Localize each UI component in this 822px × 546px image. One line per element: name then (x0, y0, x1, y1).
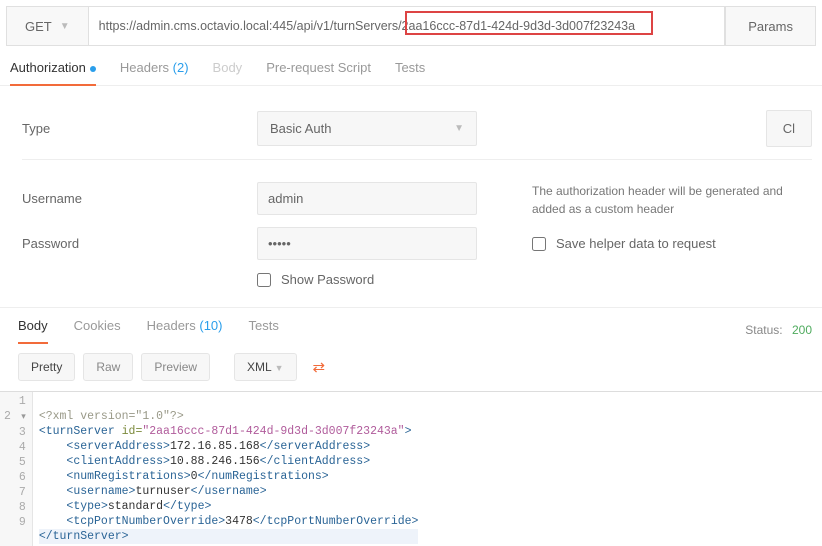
auth-type-label: Type (22, 121, 257, 136)
show-password-row[interactable]: Show Password (257, 272, 512, 287)
view-pretty-button[interactable]: Pretty (18, 353, 75, 381)
password-label: Password (22, 236, 257, 251)
view-raw-button[interactable]: Raw (83, 353, 133, 381)
xml-code[interactable]: <?xml version="1.0"?> <turnServer id="2a… (33, 392, 419, 546)
divider (22, 159, 812, 160)
auth-helper-text: The authorization header will be generat… (532, 182, 812, 218)
chevron-down-icon: ▼ (275, 363, 284, 373)
save-helper-checkbox[interactable] (532, 237, 546, 251)
tab-authorization[interactable]: Authorization (10, 60, 96, 85)
line-gutter: 1 2 ▾ 3 4 5 6 7 8 9 (0, 392, 33, 546)
url-input[interactable] (99, 19, 715, 33)
response-status: Status: 200 (745, 323, 812, 338)
username-input[interactable] (257, 182, 477, 215)
wrap-lines-icon[interactable]: ⇄ (305, 354, 334, 380)
username-label: Username (22, 191, 257, 206)
tab-tests[interactable]: Tests (395, 60, 425, 85)
lang-select[interactable]: XML ▼ (234, 353, 297, 381)
response-body: 1 2 ▾ 3 4 5 6 7 8 9 <?xml version="1.0"?… (0, 391, 822, 546)
http-method-label: GET (25, 19, 52, 34)
params-button[interactable]: Params (725, 6, 816, 46)
tab-body[interactable]: Body (213, 60, 243, 85)
tab-pre-request[interactable]: Pre-request Script (266, 60, 371, 85)
auth-type-select[interactable]: Basic Auth ▼ (257, 111, 477, 146)
resp-tab-cookies[interactable]: Cookies (74, 318, 121, 343)
clear-button[interactable]: Cl (766, 110, 812, 147)
save-helper-row[interactable]: Save helper data to request (532, 234, 812, 254)
resp-tab-headers[interactable]: Headers (10) (147, 318, 223, 343)
tab-headers[interactable]: Headers (2) (120, 60, 189, 85)
chevron-down-icon: ▼ (454, 123, 464, 134)
modified-dot-icon (90, 66, 96, 72)
resp-tab-body[interactable]: Body (18, 318, 48, 343)
chevron-down-icon: ▼ (60, 21, 70, 32)
request-tabs: Authorization Headers (2) Body Pre-reque… (0, 46, 822, 86)
http-method-select[interactable]: GET ▼ (6, 6, 89, 46)
show-password-checkbox[interactable] (257, 273, 271, 287)
view-preview-button[interactable]: Preview (141, 353, 210, 381)
resp-tab-tests[interactable]: Tests (249, 318, 279, 343)
password-input[interactable] (257, 227, 477, 260)
